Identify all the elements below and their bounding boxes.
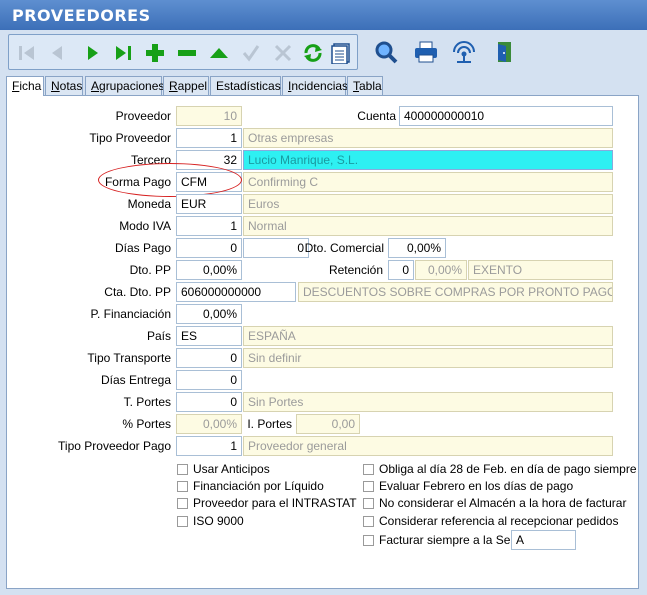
tab-ficha[interactable]: Ficha	[6, 76, 44, 96]
pais-desc: ESPAÑA	[243, 326, 613, 346]
signal-icon[interactable]	[450, 38, 478, 66]
moneda-code[interactable]: EUR	[176, 194, 242, 214]
i-portes-label: I. Portes	[247, 417, 292, 431]
retencion-desc: EXENTO	[468, 260, 613, 280]
navigation-group	[8, 34, 358, 70]
modo-iva-desc: Normal	[243, 216, 613, 236]
check-no-considerar-almacen[interactable]: No considerar el Almacén a la hora de fa…	[363, 496, 626, 510]
p-financiacion-field[interactable]: 0,00%	[176, 304, 242, 324]
tab-tabla[interactable]: Tabla	[347, 76, 383, 95]
pais-label: País	[146, 329, 171, 343]
cta-dto-pp-label: Cta. Dto. PP	[104, 285, 171, 299]
retencion-pct: 0,00%	[415, 260, 467, 280]
checkbox-icon[interactable]	[363, 515, 374, 527]
t-portes-label: T. Portes	[123, 395, 171, 409]
moneda-desc: Euros	[243, 194, 613, 214]
forma-pago-label: Forma Pago	[104, 175, 171, 189]
pais-code[interactable]: ES	[176, 326, 242, 346]
retencion-label: Retención	[328, 263, 383, 277]
p-financiacion-label: P. Financiación	[90, 307, 172, 321]
pct-portes-field: 0,00%	[176, 414, 242, 434]
forma-pago-desc: Confirming C	[243, 172, 613, 192]
tipo-transporte-label: Tipo Transporte	[87, 351, 171, 365]
up-icon[interactable]	[205, 39, 233, 67]
check-considerar-referencia[interactable]: Considerar referencia al recepcionar ped…	[363, 514, 618, 528]
confirm-icon[interactable]	[237, 39, 265, 67]
check-obliga-28-feb[interactable]: Obliga al día 28 de Feb. en día de pago …	[363, 462, 637, 476]
retencion-code[interactable]: 0	[388, 260, 414, 280]
tipo-proveedor-pago-code[interactable]: 1	[176, 436, 242, 456]
list-icon[interactable]	[327, 39, 355, 67]
first-icon[interactable]	[13, 39, 41, 67]
dto-pp-field[interactable]: 0,00%	[176, 260, 242, 280]
forma-pago-code[interactable]: CFM	[176, 172, 242, 192]
cuenta-field[interactable]: 400000000010	[399, 106, 613, 126]
tipo-transporte-desc: Sin definir	[243, 348, 613, 368]
t-portes-desc: Sin Portes	[243, 392, 613, 412]
print-icon[interactable]	[412, 38, 440, 66]
check-evaluar-febrero[interactable]: Evaluar Febrero en los días de pago	[363, 479, 573, 493]
dto-comercial-field[interactable]: 0,00%	[388, 238, 446, 258]
tab-estadisticas[interactable]: Estadísticas	[210, 76, 281, 95]
cta-dto-pp-field[interactable]: 606000000000	[176, 282, 296, 302]
i-portes-field: 0,00	[296, 414, 360, 434]
last-icon[interactable]	[109, 39, 137, 67]
checkbox-icon[interactable]	[177, 497, 188, 509]
dias-entrega-label: Días Entrega	[100, 373, 171, 387]
add-icon[interactable]	[141, 39, 169, 67]
tipo-proveedor-label: Tipo Proveedor	[89, 131, 171, 145]
window-title: PROVEEDORES	[12, 6, 151, 25]
tipo-proveedor-desc: Otras empresas	[243, 128, 613, 148]
cuenta-label: Cuenta	[357, 109, 396, 123]
tercero-code[interactable]: 32	[176, 150, 242, 170]
tipo-proveedor-pago-label: Tipo Proveedor Pago	[58, 439, 171, 453]
dias-pago-2[interactable]: 0	[243, 238, 309, 258]
tab-incidencias[interactable]: Incidencias	[282, 76, 348, 95]
dias-pago-label: Días Pago	[114, 241, 171, 255]
prev-icon[interactable]	[43, 39, 71, 67]
tercero-label: Tercero	[130, 153, 171, 167]
pct-portes-label: % Portes	[122, 417, 171, 431]
checkbox-icon[interactable]	[363, 480, 374, 492]
tercero-desc: Lucio Manrique, S.L.	[243, 150, 613, 170]
moneda-label: Moneda	[127, 197, 171, 211]
checkbox-icon[interactable]	[177, 463, 188, 475]
checkbox-icon[interactable]	[363, 534, 374, 546]
proveedor-field[interactable]: 10	[176, 106, 242, 126]
dto-comercial-label: Dto. Comercial	[304, 241, 384, 255]
check-iso-9000[interactable]: ISO 9000	[177, 514, 244, 528]
search-icon[interactable]	[372, 38, 400, 66]
modo-iva-code[interactable]: 1	[176, 216, 242, 236]
toolbar	[0, 30, 647, 74]
remove-icon[interactable]	[173, 39, 201, 67]
check-financiacion-liquido[interactable]: Financiación por Líquido	[177, 479, 324, 493]
tipo-proveedor-code[interactable]: 1	[176, 128, 242, 148]
tab-agrupaciones[interactable]: Agrupaciones	[85, 76, 164, 95]
cta-dto-pp-desc: DESCUENTOS SOBRE COMPRAS POR PRONTO PAGO…	[298, 282, 613, 302]
checkbox-icon[interactable]	[363, 463, 374, 475]
dias-pago-1[interactable]: 0	[176, 238, 242, 258]
checkbox-icon[interactable]	[177, 515, 188, 527]
t-portes-code[interactable]: 0	[176, 392, 242, 412]
dto-pp-label: Dto. PP	[129, 263, 171, 277]
exit-icon[interactable]	[490, 38, 518, 66]
serie-field[interactable]: A	[511, 530, 576, 550]
modo-iva-label: Modo IVA	[119, 219, 171, 233]
tipo-proveedor-pago-desc: Proveedor general	[243, 436, 613, 456]
check-intrastat[interactable]: Proveedor para el INTRASTAT	[177, 496, 357, 510]
proveedor-label: Proveedor	[115, 109, 171, 123]
refresh-icon[interactable]	[299, 39, 327, 67]
dias-entrega-field[interactable]: 0	[176, 370, 242, 390]
tab-notas[interactable]: Notas	[45, 76, 83, 95]
title-bar: PROVEEDORES	[0, 0, 647, 30]
tipo-transporte-code[interactable]: 0	[176, 348, 242, 368]
next-icon[interactable]	[79, 39, 107, 67]
check-usar-anticipos[interactable]: Usar Anticipos	[177, 462, 270, 476]
checkbox-icon[interactable]	[363, 497, 374, 509]
cancel-icon[interactable]	[269, 39, 297, 67]
checkbox-icon[interactable]	[177, 480, 188, 492]
tab-rappel[interactable]: Rappel	[163, 76, 209, 95]
check-facturar-serie[interactable]: Facturar siempre a la Serie	[363, 533, 524, 547]
